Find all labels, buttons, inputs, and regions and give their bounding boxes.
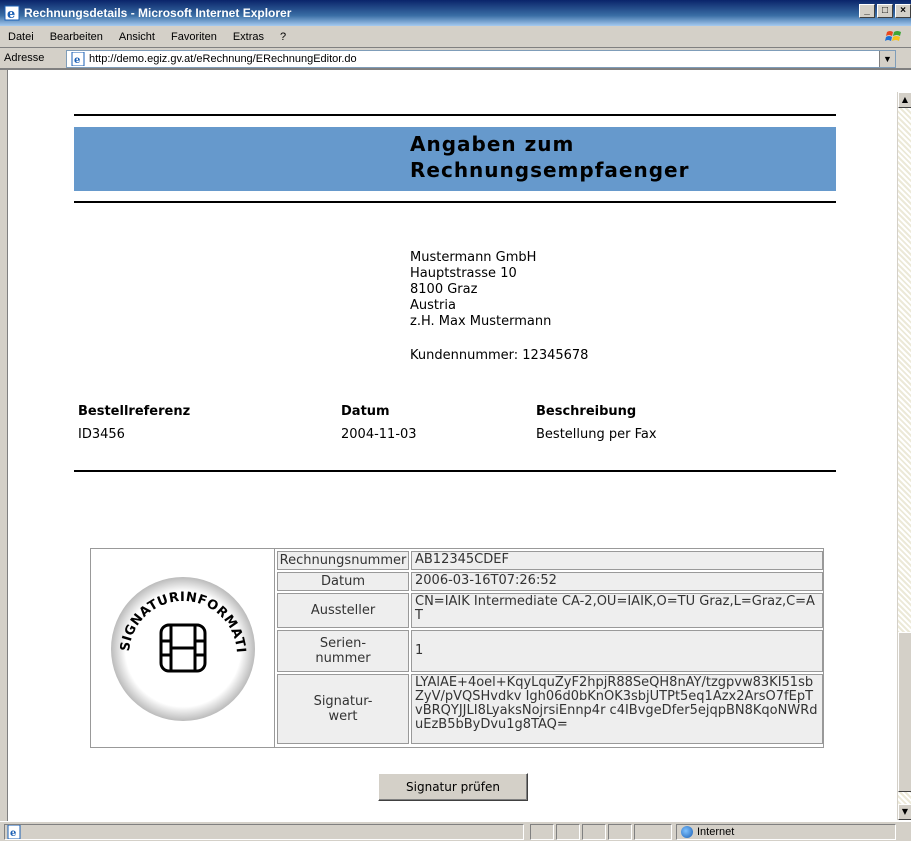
globe-icon (681, 826, 693, 838)
recipient-city: 8100 Graz (410, 282, 478, 297)
heading-line-2: Rechnungsempfaenger (410, 158, 690, 182)
window-title: Rechnungsdetails - Microsoft Internet Ex… (24, 6, 292, 20)
sig-label: Rechnungsnummer (277, 551, 409, 570)
address-bar: Adresse e http://demo.egiz.gv.at/eRechnu… (0, 48, 911, 70)
zone-label: Internet (697, 826, 735, 838)
recipient-address: Mustermann GmbH Hauptstrasse 10 8100 Gra… (410, 250, 551, 330)
status-text-panel: e (4, 824, 524, 840)
sig-value: 1 (411, 630, 823, 672)
sig-value: LYAlAE+4oel+KqyLquZyF2hpjR88SeQH8nAY/tzg… (411, 674, 823, 744)
sig-value: CN=IAIK Intermediate CA-2,OU=IAIK,O=TU G… (411, 593, 823, 628)
sig-label: Aussteller (277, 593, 409, 628)
menu-datei[interactable]: Datei (0, 31, 42, 43)
sig-label: Signatur- wert (277, 674, 409, 744)
recipient-country: Austria (410, 298, 456, 313)
recipient-company: Mustermann GmbH (410, 250, 537, 265)
address-label: Adresse (4, 52, 45, 64)
vertical-scrollbar[interactable]: ▲ ▼ (897, 92, 911, 820)
sig-value: AB12345CDEF (411, 551, 823, 570)
menu-help[interactable]: ? (272, 31, 294, 43)
menu-extras[interactable]: Extras (225, 31, 272, 43)
signature-row-value: Signatur- wert LYAlAE+4oel+KqyLquZyF2hpj… (277, 674, 823, 744)
scrollbar-thumb[interactable] (898, 632, 911, 792)
menu-favoriten[interactable]: Favoriten (163, 31, 225, 43)
minimize-button[interactable]: _ (859, 4, 875, 18)
order-description-header: Beschreibung (536, 404, 637, 419)
signature-row-serial: Serien- nummer 1 (277, 630, 823, 672)
signature-row-issuer: Aussteller CN=IAIK Intermediate CA-2,OU=… (277, 593, 823, 628)
maximize-button[interactable]: □ (877, 4, 893, 18)
menu-ansicht[interactable]: Ansicht (111, 31, 163, 43)
recipient-street: Hauptstrasse 10 (410, 266, 517, 281)
order-description-value: Bestellung per Fax (536, 427, 657, 442)
window-controls: _ □ × (859, 4, 911, 18)
svg-text:e: e (74, 55, 80, 66)
page-icon: e (7, 824, 21, 840)
sig-value: 2006-03-16T07:26:52 (411, 572, 823, 591)
signature-row-invoice-number: Rechnungsnummer AB12345CDEF (277, 551, 823, 570)
status-panel (530, 824, 554, 840)
menu-bar: Datei Bearbeiten Ansicht Favoriten Extra… (0, 26, 911, 48)
signature-row-date: Datum 2006-03-16T07:26:52 (277, 572, 823, 591)
verify-signature-button[interactable]: Signatur prüfen (378, 773, 528, 801)
address-url: http://demo.egiz.gv.at/eRechnung/ERechnu… (89, 53, 357, 65)
sig-label: Serien- nummer (277, 630, 409, 672)
signature-table: SIGNATURINFORMATIONEN Rechnungsnummer AB… (85, 538, 824, 748)
order-date-header: Datum (341, 404, 390, 419)
order-date-value: 2004-11-03 (341, 427, 417, 442)
scroll-down-icon[interactable]: ▼ (898, 804, 911, 820)
page-icon: e (70, 51, 86, 67)
page-heading: Angaben zum Rechnungsempfaenger (410, 131, 689, 183)
sig-label: Datum (277, 572, 409, 591)
signature-logo-cell: SIGNATURINFORMATIONEN (85, 538, 275, 747)
divider (74, 201, 836, 203)
menu-bearbeiten[interactable]: Bearbeiten (42, 31, 111, 43)
title-bar: e Rechnungsdetails - Microsoft Internet … (0, 0, 911, 26)
windows-flag-icon (885, 29, 903, 45)
status-panel (582, 824, 606, 840)
frame-border (0, 70, 8, 821)
heading-line-1: Angaben zum (410, 132, 575, 156)
divider (74, 470, 836, 472)
ie-logo-icon: e (4, 5, 20, 22)
order-reference-header: Bestellreferenz (78, 404, 191, 419)
svg-text:e: e (10, 828, 16, 839)
status-bar: e Internet (0, 821, 911, 841)
status-panel (634, 824, 672, 840)
status-panel (608, 824, 632, 840)
divider (74, 114, 836, 116)
chevron-down-icon[interactable]: ▼ (879, 51, 895, 67)
signature-seal-icon: SIGNATURINFORMATIONEN (85, 538, 255, 721)
order-reference-value: ID3456 (78, 427, 125, 442)
status-panel (556, 824, 580, 840)
customer-number: Kundennummer: 12345678 (410, 348, 589, 363)
security-zone: Internet (676, 824, 896, 840)
close-button[interactable]: × (895, 4, 911, 18)
page-content: Angaben zum Rechnungsempfaenger Musterma… (8, 92, 897, 820)
svg-text:e: e (7, 7, 15, 21)
scroll-up-icon[interactable]: ▲ (898, 92, 911, 108)
recipient-attention: z.H. Max Mustermann (410, 314, 552, 329)
address-input[interactable]: e http://demo.egiz.gv.at/eRechnung/ERech… (66, 50, 896, 68)
